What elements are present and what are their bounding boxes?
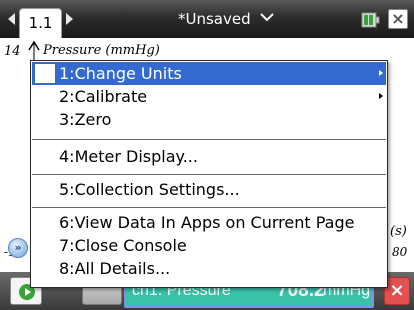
menu-item-calibrate[interactable]: 2:Calibrate	[32, 85, 386, 108]
menu-item-meter-display[interactable]: 4:Meter Display...	[32, 145, 386, 168]
menu-item-label: 3:Zero	[59, 110, 112, 129]
battery-icon	[361, 12, 380, 28]
menu-item-label: 1:Change Units	[59, 64, 182, 83]
document-title[interactable]: *Unsaved	[178, 10, 251, 28]
menu-item-label: 2:Calibrate	[59, 87, 148, 106]
menu-item-collection-settings[interactable]: 5:Collection Settings...	[32, 178, 386, 201]
menu-item-all-details[interactable]: 8:All Details...	[32, 257, 386, 280]
context-menu: 1:Change Units 2:Calibrate 3:Zero 4:Mete…	[30, 60, 388, 288]
y-axis-label: Pressure (mmHg)	[43, 43, 160, 58]
menu-item-label: 7:Close Console	[59, 236, 187, 255]
menu-item-label: 4:Meter Display...	[59, 147, 198, 166]
menu-item-view-data-in-apps[interactable]: 6:View Data In Apps on Current Page	[32, 211, 386, 234]
double-chevron-right-icon[interactable]: »	[8, 238, 28, 258]
x-axis-unit-label: (s)	[390, 224, 407, 239]
menu-item-label: 8:All Details...	[59, 259, 171, 278]
submenu-arrow-icon	[379, 93, 383, 99]
menu-item-label: 6:View Data In Apps on Current Page	[59, 213, 355, 232]
menu-item-label: 5:Collection Settings...	[59, 180, 240, 199]
chevron-down-icon[interactable]	[260, 13, 274, 22]
menu-item-close-console[interactable]: 7:Close Console	[32, 234, 386, 257]
chevron-left-icon[interactable]	[8, 13, 15, 25]
menu-item-zero[interactable]: 3:Zero	[32, 108, 386, 131]
cursor-box	[35, 64, 55, 83]
play-icon-triangle	[25, 288, 31, 296]
close-icon[interactable]: ×	[388, 9, 408, 29]
x-axis-max-label: 80	[392, 245, 408, 259]
menu-divider	[32, 139, 386, 140]
menu-divider	[32, 174, 386, 175]
submenu-arrow-icon	[379, 70, 383, 76]
y-axis-max-label: 14	[4, 44, 21, 59]
menu-item-change-units[interactable]: 1:Change Units	[32, 62, 386, 85]
chevron-right-icon[interactable]	[66, 13, 73, 25]
page-tab[interactable]: 1.1	[19, 8, 62, 38]
menu-divider	[32, 207, 386, 208]
